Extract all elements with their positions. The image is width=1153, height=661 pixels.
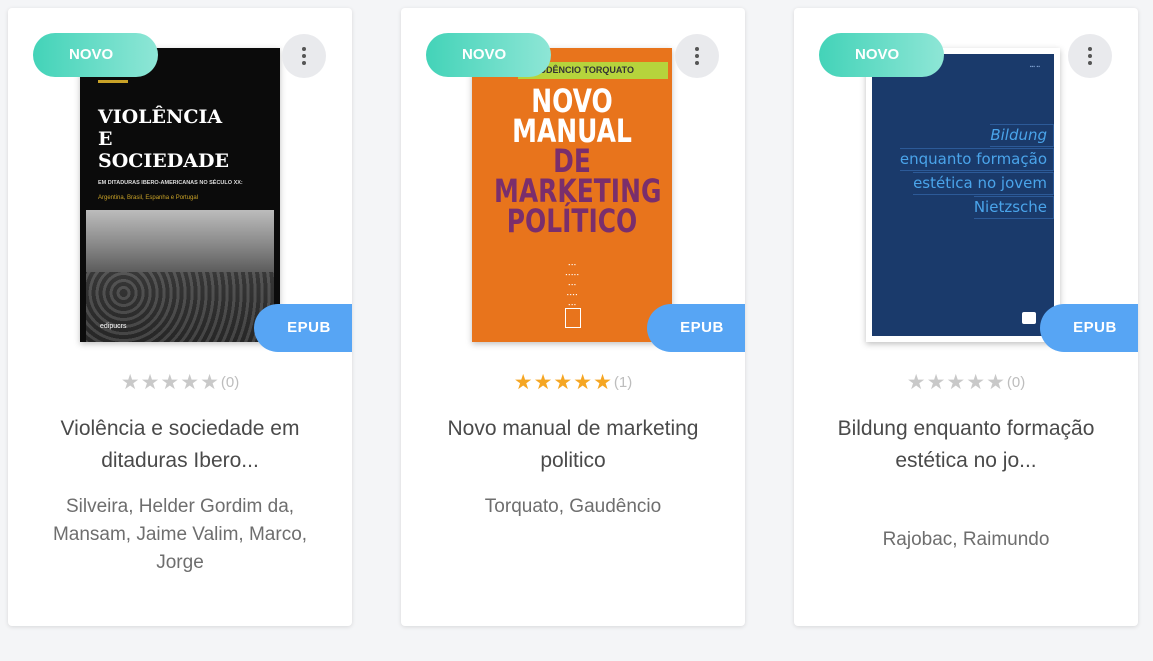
- more-vertical-icon: [302, 46, 306, 67]
- new-badge: NOVO: [426, 33, 551, 77]
- cover-title: Bildung enquanto formação estética no jo…: [899, 124, 1054, 220]
- cover-label: ▪▪▪ ▪▪: [1029, 64, 1040, 70]
- star-icon: ★: [533, 371, 554, 394]
- book-title[interactable]: Novo manual de marketing politico: [425, 413, 721, 477]
- more-options-button[interactable]: [675, 34, 719, 78]
- rating-count: (0): [220, 374, 240, 391]
- star-icon: ★: [946, 371, 967, 394]
- star-icon: ★: [573, 371, 594, 394]
- star-icon: ★: [593, 371, 613, 394]
- star-icon: ★: [966, 371, 987, 394]
- book-card[interactable]: NOVO GAUDÊNCIO TORQUATO NOVO MANUAL DE M…: [401, 8, 745, 626]
- publisher-logo: edipucrs: [100, 323, 127, 330]
- star-icon: ★: [160, 371, 181, 394]
- book-cover[interactable]: ESTUDOS VIOLÊNCIA E SOCIEDADE EM DITADUR…: [80, 48, 280, 342]
- star-icon: ★: [926, 371, 947, 394]
- format-badge: EPUB: [647, 304, 745, 352]
- cover-topics: ▪ ▪ ▪ ▪ ▪ ▪ ▪ ▪ ▪ ▪ ▪ ▪ ▪ ▪ ▪ ▪ ▪ ▪: [565, 262, 579, 307]
- cover-subtitle: EM DITADURAS IBERO-AMERICANAS NO SÉCULO …: [98, 180, 243, 186]
- book-cover[interactable]: GAUDÊNCIO TORQUATO NOVO MANUAL DE MARKET…: [472, 48, 672, 342]
- cover-title: VIOLÊNCIA E SOCIEDADE: [98, 106, 229, 172]
- star-icon: ★: [140, 371, 161, 394]
- star-rating: ★★★★★(1): [401, 370, 745, 395]
- format-badge: EPUB: [254, 304, 352, 352]
- star-icon: ★: [513, 371, 534, 394]
- publisher-logo: [565, 308, 581, 328]
- star-icon: ★: [986, 371, 1006, 394]
- cover-background: ▪▪▪ ▪▪ Bildung enquanto formação estétic…: [872, 54, 1054, 336]
- cover-accent: [98, 80, 128, 83]
- rating-count: (0): [1006, 374, 1026, 391]
- book-card[interactable]: NOVO ESTUDOS VIOLÊNCIA E SOCIEDADE EM DI…: [8, 8, 352, 626]
- book-author: Rajobac, Raimundo: [882, 529, 1050, 550]
- new-badge: NOVO: [819, 33, 944, 77]
- publisher-logo: [1022, 312, 1036, 324]
- cover-subtitle-2: Argentina, Brasil, Espanha e Portugal: [98, 195, 199, 201]
- more-vertical-icon: [1088, 46, 1092, 67]
- star-icon: ★: [180, 371, 201, 394]
- book-author: Torquato, Gaudêncio: [484, 496, 662, 517]
- book-title[interactable]: Violência e sociedade em ditaduras Ibero…: [32, 413, 328, 477]
- book-author: Silveira, Helder Gordim da, Mansam, Jaim…: [52, 496, 308, 573]
- new-badge: NOVO: [33, 33, 158, 77]
- star-icon: ★: [553, 371, 574, 394]
- star-rating: ★★★★★(0): [8, 370, 352, 395]
- more-vertical-icon: [695, 46, 699, 67]
- more-options-button[interactable]: [282, 34, 326, 78]
- more-options-button[interactable]: [1068, 34, 1112, 78]
- star-icon: ★: [120, 371, 141, 394]
- star-icon: ★: [906, 371, 927, 394]
- rating-count: (1): [613, 374, 633, 391]
- cover-title: NOVO MANUAL DE MARKETING POLÍTICO: [494, 82, 662, 240]
- book-title[interactable]: Bildung enquanto formação estética no jo…: [818, 413, 1114, 477]
- star-icon: ★: [200, 371, 220, 394]
- star-rating: ★★★★★(0): [794, 370, 1138, 395]
- book-cover[interactable]: ▪▪▪ ▪▪ Bildung enquanto formação estétic…: [866, 48, 1060, 342]
- book-card[interactable]: NOVO ▪▪▪ ▪▪ Bildung enquanto formação es…: [794, 8, 1138, 626]
- format-badge: EPUB: [1040, 304, 1138, 352]
